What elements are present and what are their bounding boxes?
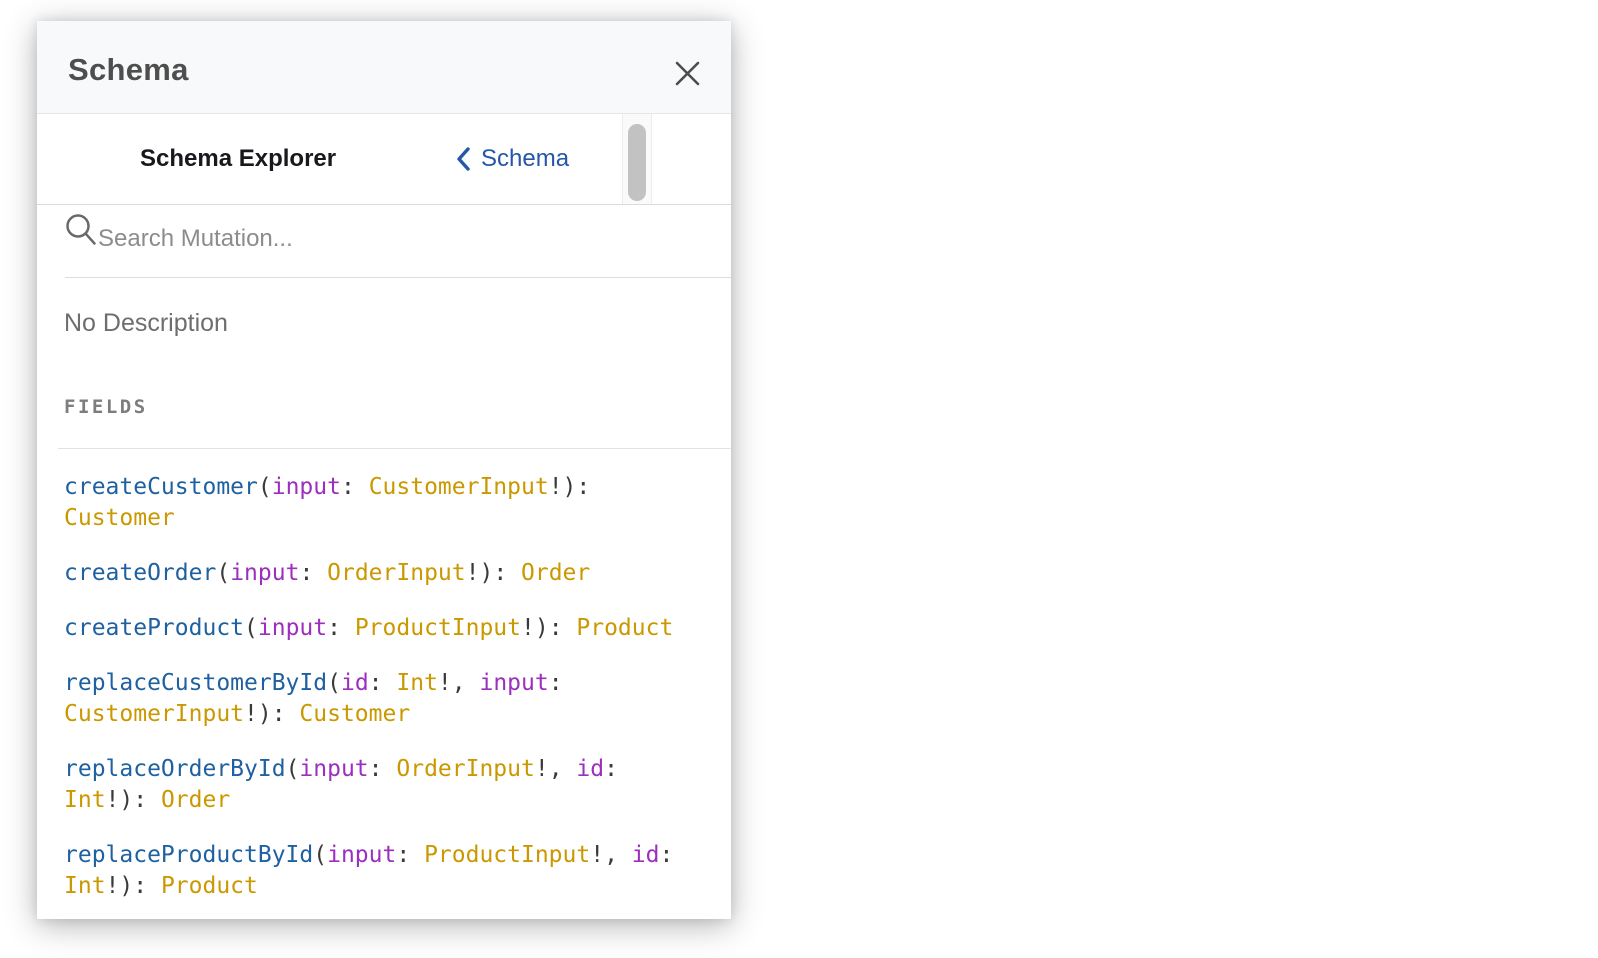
code-token: Order: [161, 787, 230, 813]
code-token: Int: [396, 670, 438, 696]
search-input[interactable]: [98, 225, 608, 253]
code-token: !,: [438, 670, 480, 696]
code-token: !):: [549, 474, 591, 500]
schema-flyout-panel: Schema Schema Explorer Schema: [37, 21, 731, 919]
explorer-title: Schema Explorer: [140, 145, 336, 173]
chevron-left-icon: [455, 146, 471, 172]
code-token: !):: [244, 701, 299, 727]
code-token: OrderInput: [327, 560, 465, 586]
code-token: (: [216, 560, 230, 586]
code-token: !,: [535, 756, 577, 782]
code-token: (: [313, 842, 327, 868]
code-token: input: [272, 474, 341, 500]
field-entry[interactable]: replaceCustomerById(id: Int!, input: Cus…: [64, 668, 682, 730]
code-token: :: [327, 615, 355, 641]
code-token: !):: [106, 787, 161, 813]
code-token: OrderInput: [396, 756, 534, 782]
close-button[interactable]: [667, 53, 707, 93]
code-token: :: [369, 670, 397, 696]
code-token: !):: [466, 560, 521, 586]
field-link[interactable]: replaceProductById: [64, 842, 313, 868]
search-icon: [65, 213, 99, 251]
field-link[interactable]: createProduct: [64, 615, 244, 641]
code-token: input: [299, 756, 368, 782]
fields-label: FIELDS: [64, 396, 148, 418]
field-link[interactable]: replaceOrderById: [64, 756, 286, 782]
field-link[interactable]: replaceCustomerById: [64, 670, 327, 696]
panel-title: Schema: [68, 52, 189, 88]
code-token: Int: [64, 873, 106, 899]
code-token: Int: [64, 787, 106, 813]
code-token: (: [327, 670, 341, 696]
code-token: input: [327, 842, 396, 868]
field-link[interactable]: createOrder: [64, 560, 216, 586]
field-entry[interactable]: createProduct(input: ProductInput!): Pro…: [64, 613, 682, 644]
code-token: Customer: [64, 505, 175, 531]
code-token: !):: [521, 615, 576, 641]
fields-list: createCustomer(input: CustomerInput!): C…: [37, 449, 731, 934]
fields-section-header: FIELDS: [58, 396, 731, 449]
code-token: :: [604, 756, 618, 782]
code-token: :: [369, 756, 397, 782]
code-token: (: [258, 474, 272, 500]
code-token: :: [549, 670, 563, 696]
scrollbar-track[interactable]: [622, 114, 652, 204]
code-token: input: [230, 560, 299, 586]
back-to-schema-link[interactable]: Schema: [455, 145, 569, 173]
code-token: id: [576, 756, 604, 782]
code-token: id: [341, 670, 369, 696]
code-token: input: [258, 615, 327, 641]
code-token: :: [396, 842, 424, 868]
code-token: (: [286, 756, 300, 782]
code-token: :: [341, 474, 369, 500]
search-row: [37, 205, 731, 278]
code-token: input: [479, 670, 548, 696]
code-token: (: [244, 615, 258, 641]
field-entry[interactable]: replaceProductById(input: ProductInput!,…: [64, 840, 682, 902]
code-token: CustomerInput: [64, 701, 244, 727]
code-token: Product: [161, 873, 258, 899]
field-entry[interactable]: replaceOrderById(input: OrderInput!, id:…: [64, 754, 682, 816]
page-background: Schema Schema Explorer Schema: [0, 0, 1598, 958]
code-token: Product: [576, 615, 673, 641]
code-token: ProductInput: [355, 615, 521, 641]
code-token: CustomerInput: [369, 474, 549, 500]
search-underline: [65, 277, 731, 278]
code-token: id: [632, 842, 660, 868]
code-token: ProductInput: [424, 842, 590, 868]
field-link[interactable]: createCustomer: [64, 474, 258, 500]
field-entry[interactable]: createCustomer(input: CustomerInput!): C…: [64, 472, 682, 534]
back-link-label: Schema: [481, 145, 569, 173]
scrollbar-thumb[interactable]: [628, 124, 646, 201]
flyout-header: Schema: [37, 21, 731, 114]
code-token: Customer: [299, 701, 410, 727]
field-entry[interactable]: createOrder(input: OrderInput!): Order: [64, 558, 682, 589]
code-token: !,: [590, 842, 632, 868]
code-token: :: [299, 560, 327, 586]
code-token: :: [659, 842, 673, 868]
close-icon: [674, 60, 701, 87]
code-token: !):: [106, 873, 161, 899]
code-token: Order: [521, 560, 590, 586]
description-text: No Description: [64, 306, 731, 340]
explorer-nav-row: Schema Explorer Schema: [37, 114, 731, 205]
